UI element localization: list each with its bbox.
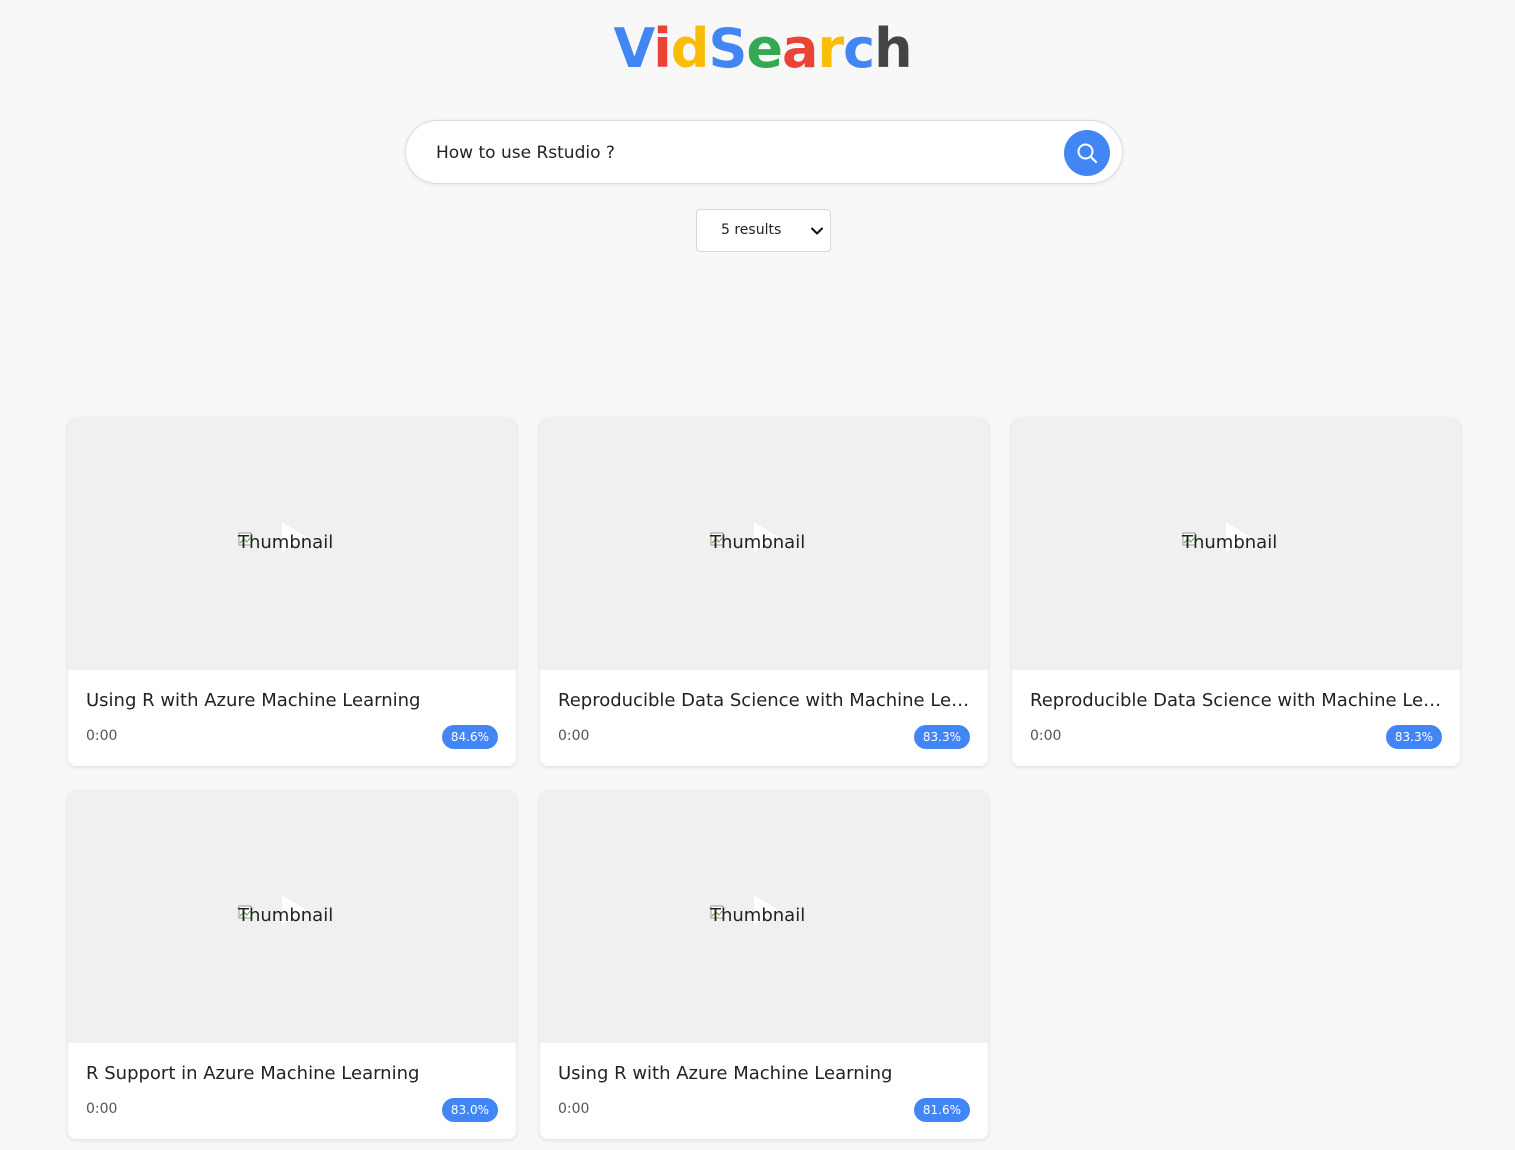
video-duration: 0:00 (86, 1101, 118, 1117)
thumbnail-alt-text: Thumbnail (1182, 532, 1278, 553)
video-duration: 0:00 (1030, 728, 1062, 744)
video-thumbnail[interactable]: Thumbnail (68, 791, 516, 1043)
search-icon (1077, 143, 1098, 164)
relevance-score-badge: 83.3% (1385, 725, 1442, 749)
search-button[interactable] (1064, 130, 1110, 176)
video-result-card[interactable]: Thumbnail Using R with Azure Machine Lea… (68, 418, 516, 766)
chevron-down-icon (811, 227, 823, 235)
video-duration: 0:00 (558, 728, 590, 744)
search-input[interactable] (434, 135, 1038, 171)
video-result-card[interactable]: Thumbnail Reproducible Data Science with… (1012, 418, 1460, 766)
video-thumbnail[interactable]: Thumbnail (540, 418, 988, 670)
search-bar (405, 120, 1123, 184)
relevance-score-badge: 83.3% (913, 725, 970, 749)
logo-letter: r (817, 17, 844, 80)
thumbnail-alt-text: Thumbnail (710, 532, 806, 553)
video-duration: 0:00 (558, 1101, 590, 1117)
results-count-select[interactable]: 5 results (696, 209, 831, 252)
logo-letter: e (746, 17, 783, 80)
logo-letter: S (708, 17, 747, 80)
logo-letter: i (653, 17, 671, 80)
video-thumbnail[interactable]: Thumbnail (540, 791, 988, 1043)
logo-letter: V (613, 17, 654, 80)
logo-letter: d (670, 17, 710, 80)
page: VidSearch 5 results Thumbnail Using R wi… (0, 0, 1515, 1150)
video-result-card[interactable]: Thumbnail R Support in Azure Machine Lea… (68, 791, 516, 1139)
relevance-score-badge: 83.0% (441, 1098, 498, 1122)
video-title[interactable]: Using R with Azure Machine Learning (86, 690, 498, 711)
logo-letter: h (874, 17, 912, 80)
video-thumbnail[interactable]: Thumbnail (1012, 418, 1460, 670)
relevance-score-badge: 84.6% (441, 725, 498, 749)
logo-letter: c (843, 17, 875, 80)
vidsearch-logo[interactable]: VidSearch (0, 14, 1515, 84)
thumbnail-alt-text: Thumbnail (238, 905, 334, 926)
video-title[interactable]: Reproducible Data Science with Machine L… (1030, 690, 1442, 711)
video-duration: 0:00 (86, 728, 118, 744)
thumbnail-alt-text: Thumbnail (238, 532, 334, 553)
video-title[interactable]: R Support in Azure Machine Learning (86, 1063, 498, 1084)
logo-letter: a (781, 17, 818, 80)
video-result-card[interactable]: Thumbnail Using R with Azure Machine Lea… (540, 791, 988, 1139)
video-title[interactable]: Using R with Azure Machine Learning (558, 1063, 970, 1084)
relevance-score-badge: 81.6% (913, 1098, 970, 1122)
video-thumbnail[interactable]: Thumbnail (68, 418, 516, 670)
results-count-value: 5 results (721, 222, 782, 238)
thumbnail-alt-text: Thumbnail (710, 905, 806, 926)
video-title[interactable]: Reproducible Data Science with Machine L… (558, 690, 970, 711)
video-result-card[interactable]: Thumbnail Reproducible Data Science with… (540, 418, 988, 766)
